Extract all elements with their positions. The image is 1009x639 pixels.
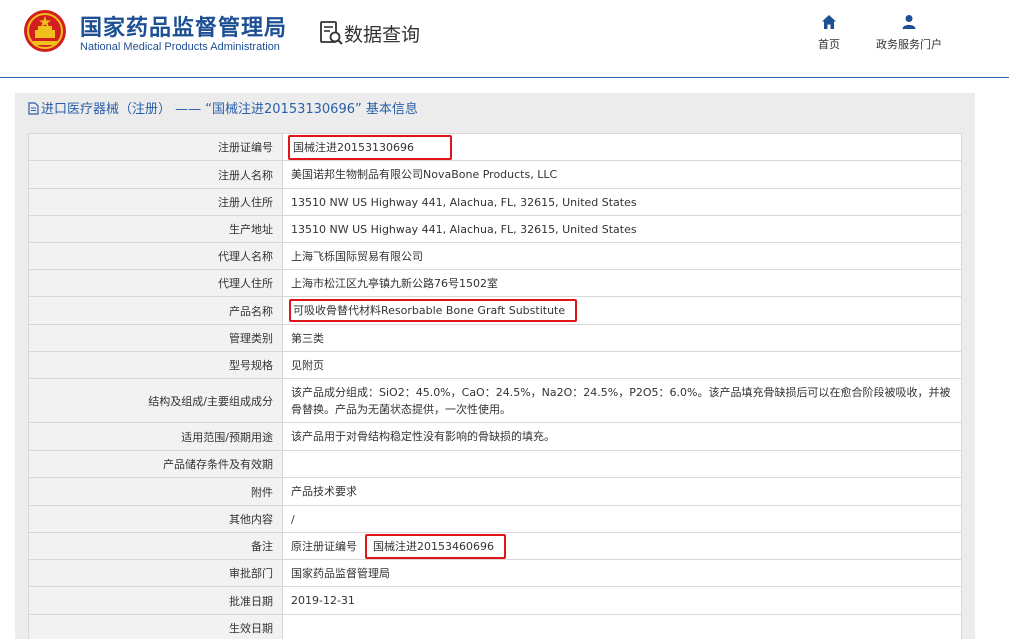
national-emblem-icon <box>24 10 66 52</box>
original-registration-number-highlight: 国械注进20153460696 <box>365 533 506 559</box>
table-row: 产品储存条件及有效期 <box>29 451 962 478</box>
row-value: 国械注进20153130696 <box>283 134 962 160</box>
table-row: 备注 原注册证编号 国械注进20153460696 <box>29 533 962 560</box>
home-icon <box>822 15 836 29</box>
row-label: 适用范围/预期用途 <box>29 423 283 450</box>
document-search-icon <box>320 21 343 45</box>
row-value-text: 美国诺邦生物制品有限公司NovaBone Products, LLC <box>291 168 558 181</box>
row-label: 生效日期 <box>29 615 283 639</box>
panel-title: 进口医疗器械（注册） —— “国械注进20153130696” 基本信息 <box>28 100 418 120</box>
row-label: 审批部门 <box>29 560 283 586</box>
nav-service-portal-label: 政务服务门户 <box>876 38 942 51</box>
row-label: 产品名称 <box>29 297 283 324</box>
row-value-text: 产品技术要求 <box>291 485 357 498</box>
row-value: 产品技术要求 <box>283 478 962 505</box>
table-row: 管理类别 第三类 <box>29 325 962 352</box>
row-label: 注册人名称 <box>29 161 283 188</box>
row-label: 代理人住所 <box>29 270 283 296</box>
table-row: 代理人名称 上海飞栎国际贸易有限公司 <box>29 243 962 270</box>
row-value-text: 上海市松江区九亭镇九新公路76号1502室 <box>291 276 498 290</box>
table-row: 注册人住所 13510 NW US Highway 441, Alachua, … <box>29 189 962 216</box>
table-row: 生产地址 13510 NW US Highway 441, Alachua, F… <box>29 216 962 243</box>
nav-home[interactable]: 首页 <box>812 14 846 52</box>
row-label: 附件 <box>29 478 283 505</box>
table-row: 生效日期 <box>29 615 962 639</box>
row-value: 13510 NW US Highway 441, Alachua, FL, 32… <box>283 216 962 242</box>
row-label: 生产地址 <box>29 216 283 242</box>
user-icon <box>902 15 916 29</box>
row-value-text: 上海飞栎国际贸易有限公司 <box>291 249 423 263</box>
document-icon <box>28 102 39 115</box>
row-label: 产品储存条件及有效期 <box>29 451 283 477</box>
row-label: 结构及组成/主要组成成分 <box>29 379 283 422</box>
row-value: 原注册证编号 国械注进20153460696 <box>283 533 962 559</box>
row-label: 注册证编号 <box>29 134 283 160</box>
row-value-text: 13510 NW US Highway 441, Alachua, FL, 32… <box>291 195 637 209</box>
table-row: 审批部门 国家药品监督管理局 <box>29 560 962 587</box>
row-value-text: / <box>291 512 295 526</box>
site-logo-title[interactable]: 国家药品监督管理局 <box>80 10 287 42</box>
row-value: 该产品用于对骨结构稳定性没有影响的骨缺损的填充。 <box>283 423 962 450</box>
row-label: 代理人名称 <box>29 243 283 269</box>
data-query-title: 数据查询 <box>344 24 421 46</box>
product-name-highlight: 可吸收骨替代材料Resorbable Bone Graft Substitute <box>289 299 578 322</box>
site-logo-subtitle: National Medical Products Administration <box>80 41 280 53</box>
row-value: 国家药品监督管理局 <box>283 560 962 586</box>
registration-number-highlight: 国械注进20153130696 <box>288 134 452 160</box>
table-row: 注册证编号 国械注进20153130696 <box>29 134 962 161</box>
row-value: 第三类 <box>283 325 962 351</box>
row-label: 型号规格 <box>29 352 283 378</box>
row-value-text: 2019-12-31 <box>291 594 355 607</box>
table-row: 产品名称 可吸收骨替代材料Resorbable Bone Graft Subst… <box>29 297 962 325</box>
table-row: 其他内容 / <box>29 506 962 533</box>
row-value: 上海市松江区九亭镇九新公路76号1502室 <box>283 270 962 296</box>
row-value-text: 国家药品监督管理局 <box>291 566 390 580</box>
row-value: 可吸收骨替代材料Resorbable Bone Graft Substitute <box>283 297 962 324</box>
registration-info-table: 注册证编号 国械注进20153130696 注册人名称 美国诺邦生物制品有限公司… <box>28 133 962 639</box>
row-label: 批准日期 <box>29 587 283 614</box>
nav-service-portal[interactable]: 政务服务门户 <box>870 14 948 52</box>
row-value: 13510 NW US Highway 441, Alachua, FL, 32… <box>283 189 962 215</box>
row-value: 上海飞栎国际贸易有限公司 <box>283 243 962 269</box>
row-value <box>283 451 962 477</box>
row-value-text: 该产品成分组成：SiO2：45.0%，CaO：24.5%，Na2O：24.5%，… <box>291 385 951 416</box>
table-row: 适用范围/预期用途 该产品用于对骨结构稳定性没有影响的骨缺损的填充。 <box>29 423 962 451</box>
table-row: 代理人住所 上海市松江区九亭镇九新公路76号1502室 <box>29 270 962 297</box>
row-label: 备注 <box>29 533 283 559</box>
row-value-text: 第三类 <box>291 331 324 345</box>
row-label: 其他内容 <box>29 506 283 532</box>
row-value-text: 该产品用于对骨结构稳定性没有影响的骨缺损的填充。 <box>291 430 555 443</box>
row-label: 管理类别 <box>29 325 283 351</box>
row-value-text: 见附页 <box>291 358 324 372</box>
nav-home-label: 首页 <box>818 38 840 51</box>
row-value: / <box>283 506 962 532</box>
table-row: 批准日期 2019-12-31 <box>29 587 962 615</box>
table-row: 型号规格 见附页 <box>29 352 962 379</box>
table-row: 附件 产品技术要求 <box>29 478 962 506</box>
row-value <box>283 615 962 639</box>
row-value: 见附页 <box>283 352 962 378</box>
detail-panel: 进口医疗器械（注册） —— “国械注进20153130696” 基本信息 注册证… <box>15 93 975 639</box>
table-row: 注册人名称 美国诺邦生物制品有限公司NovaBone Products, LLC <box>29 161 962 189</box>
table-row: 结构及组成/主要组成成分 该产品成分组成：SiO2：45.0%，CaO：24.5… <box>29 379 962 423</box>
row-label: 注册人住所 <box>29 189 283 215</box>
row-value: 该产品成分组成：SiO2：45.0%，CaO：24.5%，Na2O：24.5%，… <box>283 379 962 422</box>
row-value-text: 原注册证编号 <box>291 539 357 553</box>
panel-title-text: 进口医疗器械（注册） —— “国械注进20153130696” 基本信息 <box>41 102 418 117</box>
site-header: 国家药品监督管理局 National Medical Products Admi… <box>0 0 1009 78</box>
row-value-text: 13510 NW US Highway 441, Alachua, FL, 32… <box>291 222 637 236</box>
row-value: 美国诺邦生物制品有限公司NovaBone Products, LLC <box>283 161 962 188</box>
row-value: 2019-12-31 <box>283 587 962 614</box>
